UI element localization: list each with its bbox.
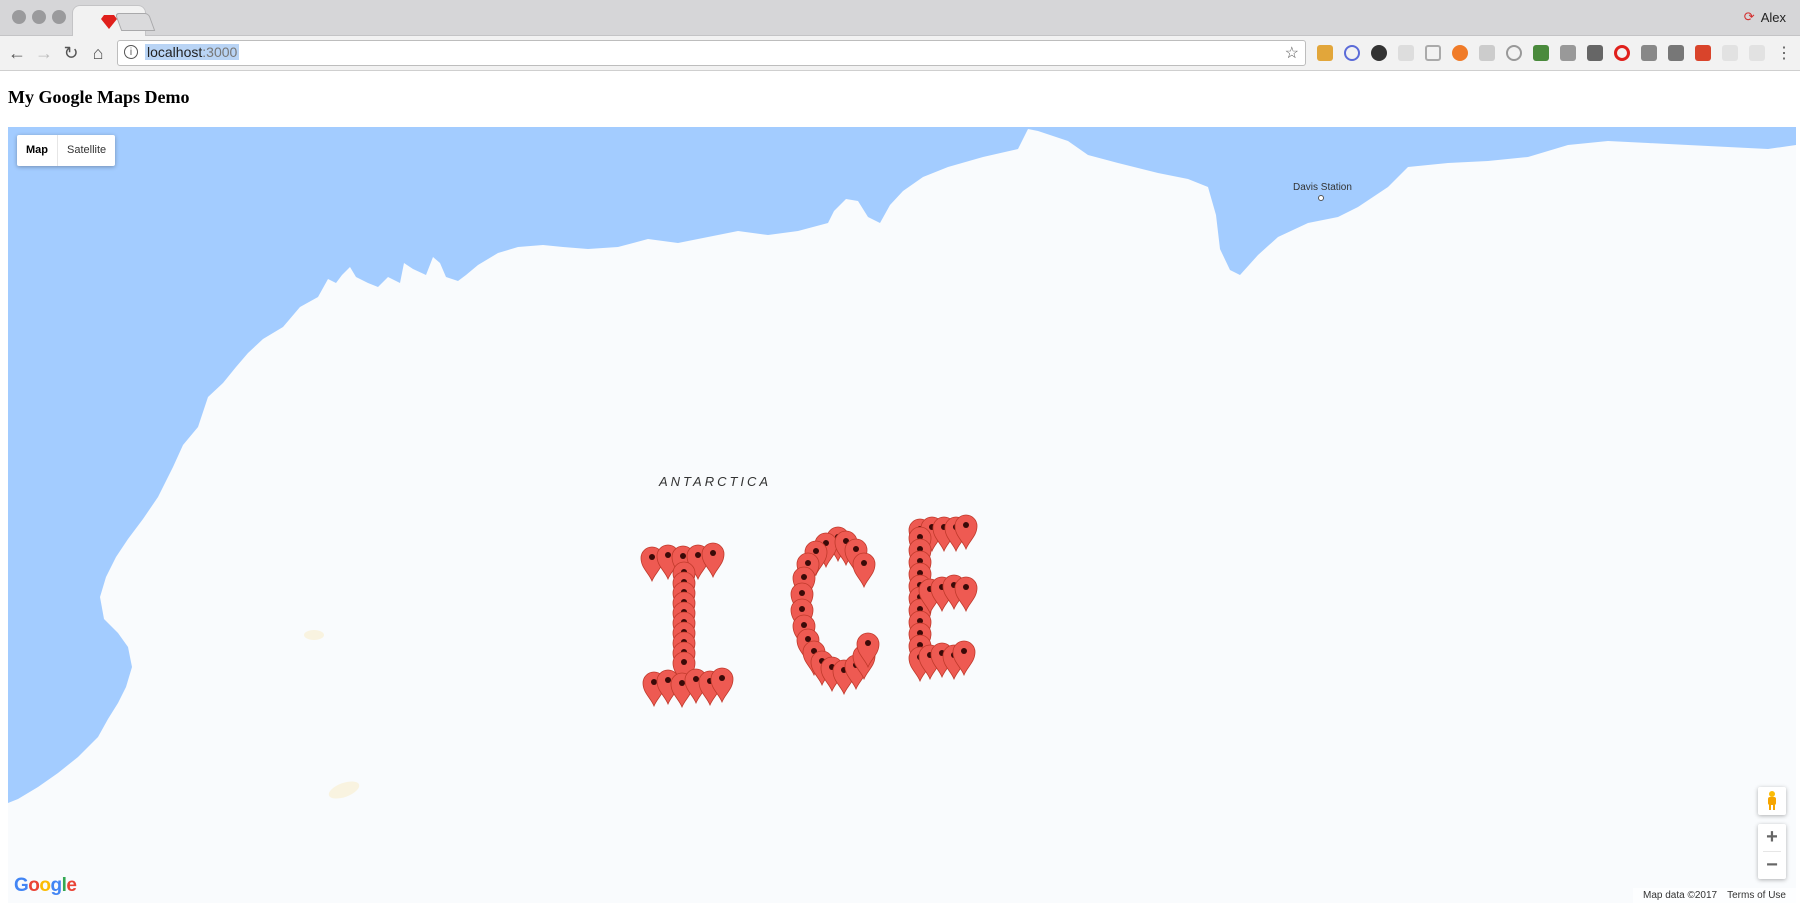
- logo-letter: o: [28, 875, 40, 896]
- ruby-favicon-icon: [101, 15, 117, 29]
- logo-letter: e: [66, 875, 77, 896]
- extension-icon[interactable]: [1587, 45, 1603, 61]
- zoom-in-button[interactable]: +: [1758, 824, 1786, 851]
- land-patch: [328, 781, 360, 799]
- map-type-control: Map Satellite: [17, 135, 116, 166]
- close-window-button[interactable]: [12, 10, 26, 24]
- address-bar[interactable]: i localhost:3000 ☆: [117, 40, 1306, 66]
- land-patch: [304, 630, 324, 640]
- map-data-credit: Map data ©2017: [1643, 890, 1718, 901]
- camera-icon[interactable]: [1641, 45, 1657, 61]
- zoom-out-button[interactable]: −: [1758, 852, 1786, 879]
- profile-name: Alex: [1760, 9, 1786, 25]
- browser-titlebar: ⟳ Alex: [0, 0, 1800, 37]
- map-attribution: Map data ©2017 Terms of Use: [1633, 888, 1796, 903]
- new-tab-button[interactable]: [114, 13, 156, 31]
- logo-letter: o: [39, 875, 51, 896]
- page-title: My Google Maps Demo: [8, 87, 190, 107]
- gear-icon[interactable]: [1371, 45, 1387, 61]
- logo-letter: G: [14, 875, 29, 896]
- map-base-layer: [8, 127, 1796, 803]
- station-label: Davis Station: [1293, 182, 1352, 193]
- bookmark-star-icon[interactable]: ☆: [1285, 43, 1299, 63]
- extension-icon[interactable]: [1560, 45, 1576, 61]
- marker-layer[interactable]: [640, 514, 978, 709]
- url-text: localhost:3000: [145, 44, 240, 60]
- map-type-map-button[interactable]: Map: [17, 135, 58, 166]
- opera-icon[interactable]: [1614, 45, 1630, 61]
- sync-icon: ⟳: [1743, 9, 1755, 24]
- zoom-control: + −: [1758, 824, 1786, 879]
- extension-icon[interactable]: [1452, 45, 1468, 61]
- cast-icon[interactable]: [1425, 45, 1441, 61]
- station-marker-icon: [1318, 195, 1324, 201]
- map-marker[interactable]: [852, 552, 876, 589]
- forward-arrow-icon[interactable]: →: [33, 42, 55, 64]
- maximize-window-button[interactable]: [52, 10, 66, 24]
- google-logo[interactable]: Google: [14, 875, 77, 897]
- terms-link[interactable]: Terms of Use: [1727, 890, 1786, 901]
- pegman-icon[interactable]: [1758, 787, 1786, 815]
- minimize-window-button[interactable]: [32, 10, 46, 24]
- map-type-satellite-button[interactable]: Satellite: [58, 135, 115, 166]
- extension-icon[interactable]: [1749, 45, 1765, 61]
- info-icon[interactable]: i: [124, 45, 138, 59]
- extension-icon[interactable]: [1722, 45, 1738, 61]
- extension-icon[interactable]: [1479, 45, 1495, 61]
- back-arrow-icon[interactable]: ←: [6, 42, 28, 64]
- menu-dots-icon[interactable]: ⋮: [1773, 42, 1795, 64]
- extension-icon[interactable]: [1317, 45, 1333, 61]
- extension-icon[interactable]: [1668, 45, 1684, 61]
- extension-icon[interactable]: [1695, 45, 1711, 61]
- logo-letter: g: [50, 875, 63, 896]
- browser-toolbar: ← → ↻ ⌂ i localhost:3000 ☆ ⋮: [0, 36, 1800, 71]
- extension-icon[interactable]: [1506, 45, 1522, 61]
- home-icon[interactable]: ⌂: [87, 42, 109, 64]
- reload-icon[interactable]: ↻: [60, 42, 82, 64]
- ocean-area: [8, 127, 1796, 803]
- extension-icon[interactable]: [1533, 45, 1549, 61]
- map-marker[interactable]: [954, 576, 978, 613]
- extension-icon[interactable]: [1344, 45, 1360, 61]
- continent-label: ANTARCTICA: [659, 474, 772, 489]
- profile-badge[interactable]: ⟳ Alex: [1744, 9, 1786, 25]
- extension-icon[interactable]: [1398, 45, 1414, 61]
- map-marker[interactable]: [701, 542, 725, 579]
- map-canvas[interactable]: Map Satellite ANTARCTICA Davis Station +…: [8, 127, 1796, 903]
